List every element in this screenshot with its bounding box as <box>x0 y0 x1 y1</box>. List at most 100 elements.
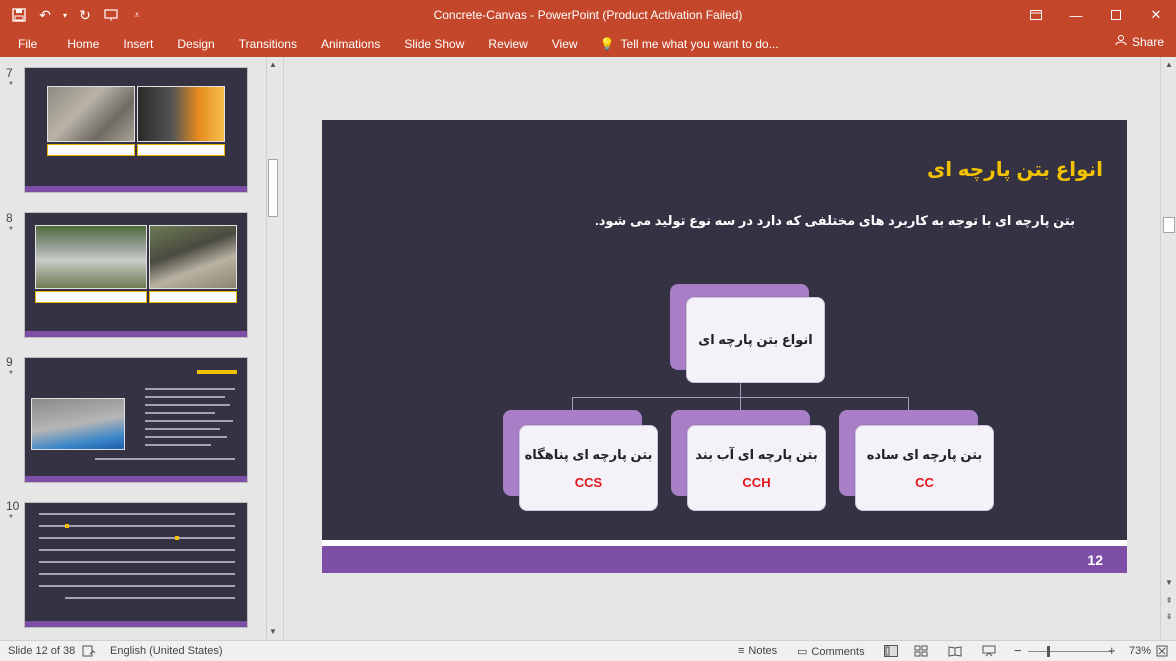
slide-thumbnail-7[interactable] <box>24 67 248 193</box>
root-node-label: انواع بتن پارچه ای <box>698 332 813 347</box>
connector-line <box>740 397 741 411</box>
tab-home[interactable]: Home <box>55 30 111 57</box>
thumbnail-photo <box>35 225 147 289</box>
thumbnail-photo <box>31 398 125 450</box>
thumbnail-caption <box>149 291 237 303</box>
slide-title[interactable]: انواع بتن پارچه ای <box>927 157 1103 182</box>
notes-button[interactable]: ≡ Notes <box>738 645 777 657</box>
thumbnail-text-line <box>145 444 211 446</box>
thumbnail-number: 7 <box>6 66 13 80</box>
child-node-cch[interactable]: بتن پارچه ای آب بند CCH <box>687 425 826 511</box>
slide-editor: انواع بتن پارچه ای بتن پارچه ای با توجه … <box>283 57 1176 640</box>
current-slide[interactable]: انواع بتن پارچه ای بتن پارچه ای با توجه … <box>322 120 1127 573</box>
slide-sorter-icon[interactable] <box>914 645 928 657</box>
thumbnail-footer <box>25 476 247 482</box>
thumbnail-highlight <box>65 524 69 528</box>
status-bar: Slide 12 of 38 English (United States) ≡… <box>0 640 1176 661</box>
thumbnail-caption <box>47 144 135 156</box>
thumbnail-text-line <box>39 513 235 515</box>
animation-star-icon: * <box>9 225 13 236</box>
slide-thumbnail-8[interactable] <box>24 212 248 338</box>
child-node-cc[interactable]: بتن پارچه ای ساده CC <box>855 425 994 511</box>
language-indicator[interactable]: English (United States) <box>110 645 223 657</box>
child-node-label: بتن پارچه ای آب بند <box>695 446 818 462</box>
thumbnail-footer <box>25 621 247 627</box>
window-controls: — ✕ <box>1016 0 1176 30</box>
minimize-icon[interactable]: — <box>1056 0 1096 30</box>
thumbnail-text-line <box>145 412 215 414</box>
slide-thumbnail-9[interactable] <box>24 357 248 483</box>
child-node-ccs[interactable]: بتن پارچه ای پناهگاه CCS <box>519 425 658 511</box>
comments-button[interactable]: ▭ Comments <box>797 645 865 659</box>
reading-view-icon[interactable] <box>948 645 962 657</box>
title-bar: ↶ ▾ ↻ ⩡ Concrete-Canvas - PowerPoint (Pr… <box>0 0 1176 30</box>
window-title: Concrete-Canvas - PowerPoint (Product Ac… <box>433 8 743 22</box>
zoom-in-icon[interactable]: + <box>1108 643 1116 658</box>
tab-review[interactable]: Review <box>476 30 539 57</box>
thumbnail-text-line <box>145 436 227 438</box>
scroll-thumb[interactable] <box>268 159 278 217</box>
tab-transitions[interactable]: Transitions <box>227 30 309 57</box>
animation-star-icon: * <box>9 369 13 380</box>
scroll-down-icon[interactable]: ▼ <box>267 626 279 638</box>
scroll-up-icon[interactable]: ▲ <box>267 59 279 71</box>
thumbnail-text-line <box>39 585 235 587</box>
tab-view[interactable]: View <box>540 30 590 57</box>
thumbnail-footer <box>25 331 247 337</box>
thumbnails-scrollbar[interactable]: ▲ ▼ <box>266 57 278 640</box>
tab-design[interactable]: Design <box>165 30 226 57</box>
thumbnail-text-line <box>65 597 235 599</box>
spell-check-icon[interactable] <box>82 645 96 657</box>
share-button[interactable]: Share <box>1115 34 1164 49</box>
child-node-label: بتن پارچه ای پناهگاه <box>524 446 653 462</box>
thumbnail-number: 9 <box>6 355 13 369</box>
zoom-level[interactable]: 73% <box>1129 645 1151 657</box>
slide-thumbnails-pane: 7 * 8 * 9 * 10 * ▲ ▼ <box>0 57 282 640</box>
zoom-slider-thumb[interactable] <box>1047 646 1050 657</box>
ribbon-display-icon[interactable] <box>1016 0 1056 30</box>
zoom-out-icon[interactable]: − <box>1014 643 1022 658</box>
tab-insert[interactable]: Insert <box>111 30 165 57</box>
thumbnail-number: 10 <box>6 499 20 513</box>
slideshow-icon[interactable] <box>982 645 996 657</box>
comments-label: Comments <box>811 645 865 658</box>
tab-slide-show[interactable]: Slide Show <box>392 30 476 57</box>
child-node-code: CC <box>915 474 934 490</box>
scroll-down-icon[interactable]: ▼ <box>1161 577 1176 589</box>
thumbnail-caption <box>137 144 225 156</box>
tell-me-box[interactable]: 💡 Tell me what you want to do... <box>590 37 779 51</box>
notes-label: Notes <box>748 645 778 657</box>
comment-icon: ▭ <box>797 646 808 658</box>
lightbulb-icon: 💡 <box>599 36 615 51</box>
scroll-up-icon[interactable]: ▲ <box>1161 59 1176 71</box>
slide-thumbnail-10[interactable] <box>24 502 248 628</box>
root-node[interactable]: انواع بتن پارچه ای <box>686 297 825 383</box>
slide-body-text[interactable]: بتن پارچه ای با توجه به کاربرد های مختلف… <box>595 213 1075 229</box>
maximize-icon[interactable] <box>1096 0 1136 30</box>
notes-icon: ≡ <box>738 645 745 657</box>
close-icon[interactable]: ✕ <box>1136 0 1176 30</box>
next-slide-icon[interactable]: ⇟ <box>1161 611 1176 623</box>
ribbon: File Home Insert Design Transitions Anim… <box>0 30 1176 57</box>
zoom-slider[interactable] <box>1028 651 1112 652</box>
normal-view-icon[interactable] <box>884 645 898 657</box>
thumbnail-photo <box>47 86 135 142</box>
connector-line <box>908 397 909 411</box>
thumbnail-photo <box>137 86 225 142</box>
scroll-thumb[interactable] <box>1163 217 1175 233</box>
thumbnail-text-line <box>145 428 220 430</box>
ribbon-tabs: File Home Insert Design Transitions Anim… <box>0 30 779 57</box>
thumbnail-text-line <box>39 573 235 575</box>
tab-file[interactable]: File <box>0 30 55 57</box>
editor-scrollbar[interactable]: ▲ ▼ ⇞ ⇟ <box>1160 57 1176 640</box>
thumbnail-text-line <box>39 549 235 551</box>
slide-number: 12 <box>1087 552 1103 568</box>
animation-star-icon: * <box>9 80 13 91</box>
thumbnail-text-line <box>39 537 235 539</box>
previous-slide-icon[interactable]: ⇞ <box>1161 595 1176 607</box>
slide-footer-stripe <box>322 540 1127 546</box>
tab-animations[interactable]: Animations <box>309 30 392 57</box>
fit-to-window-icon[interactable] <box>1156 645 1168 657</box>
thumbnail-title <box>197 370 237 374</box>
share-label: Share <box>1131 34 1164 49</box>
